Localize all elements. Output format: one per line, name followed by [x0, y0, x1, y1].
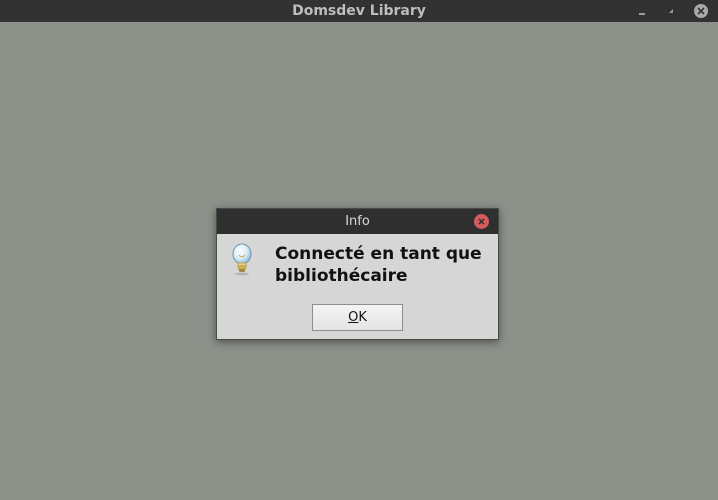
dialog-message-line-1: Connecté en tant que: [275, 244, 482, 264]
window-titlebar: Domsdev Library: [0, 0, 718, 22]
window-title: Domsdev Library: [292, 3, 426, 19]
dialog-message-line-2: bibliothécaire: [275, 266, 408, 286]
minimize-icon: [639, 13, 645, 15]
dialog-titlebar: Info: [217, 209, 498, 234]
ok-button-label: K: [358, 310, 367, 325]
ok-button-mnemonic: O: [348, 310, 359, 325]
close-button[interactable]: [694, 4, 708, 18]
dialog-message: Connecté en tant que bibliothécaire: [275, 243, 495, 287]
lightbulb-icon: [232, 243, 252, 276]
dialog-close-button[interactable]: [474, 214, 489, 229]
close-icon: [694, 4, 708, 18]
maximize-icon: [669, 9, 673, 13]
maximize-button[interactable]: [664, 4, 678, 18]
close-icon: [478, 218, 485, 225]
dialog-title: Info: [345, 214, 370, 229]
minimize-button[interactable]: [635, 4, 649, 18]
ok-button[interactable]: OK: [312, 304, 403, 331]
info-dialog: Info Connecté en tant que bibliothécaire…: [216, 208, 499, 340]
